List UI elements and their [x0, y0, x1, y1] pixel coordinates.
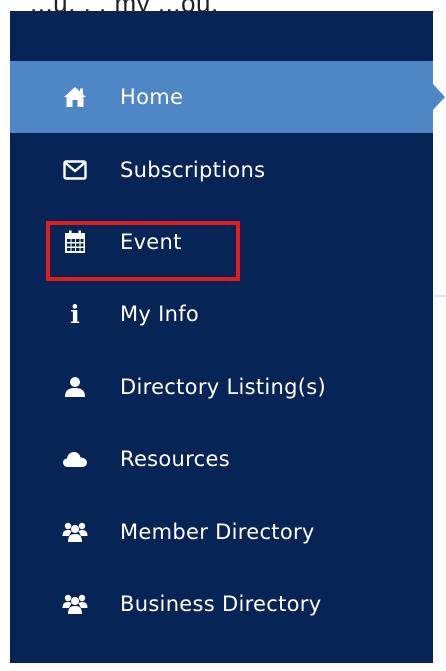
highlight-box	[46, 221, 240, 281]
content-divider	[434, 295, 446, 297]
sidebar: Home Subscriptions Event i My Info Direc…	[10, 11, 433, 663]
sidebar-item-home[interactable]: Home	[10, 61, 433, 134]
sidebar-item-my-info[interactable]: i My Info	[10, 278, 433, 350]
sidebar-item-label: My Info	[120, 302, 200, 327]
sidebar-item-label: Business Directory	[120, 591, 322, 616]
sidebar-item-directory-listings[interactable]: Directory Listing(s)	[10, 351, 433, 423]
user-icon	[62, 374, 88, 400]
page: ...u. . . my ...ou. Home Subscriptions E…	[0, 0, 446, 671]
sidebar-item-label: Directory Listing(s)	[120, 374, 326, 399]
sidebar-item-label: Resources	[120, 447, 230, 472]
sidebar-item-subscriptions[interactable]: Subscriptions	[10, 133, 433, 205]
sidebar-item-business-directory[interactable]: Business Directory	[10, 568, 433, 640]
sidebar-item-label: Subscriptions	[120, 157, 266, 182]
users-icon	[62, 519, 88, 545]
sidebar-item-label: Member Directory	[120, 519, 315, 544]
info-icon: i	[70, 299, 80, 329]
cloud-icon	[62, 446, 88, 472]
sidebar-nav: Home Subscriptions Event i My Info Direc…	[10, 61, 433, 640]
home-icon	[62, 84, 88, 110]
envelope-icon	[62, 157, 88, 183]
sidebar-item-resources[interactable]: Resources	[10, 423, 433, 495]
sidebar-item-label: Home	[120, 85, 184, 110]
sidebar-item-member-directory[interactable]: Member Directory	[10, 495, 433, 567]
users-icon	[62, 591, 88, 617]
